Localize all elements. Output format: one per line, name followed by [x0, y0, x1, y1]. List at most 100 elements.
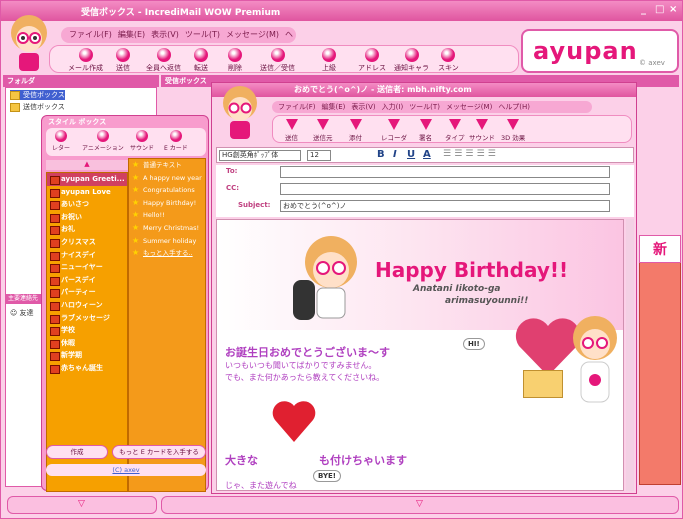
signature-button[interactable]: 署名	[419, 118, 432, 142]
copyright-link[interactable]: (C) axev	[46, 464, 206, 476]
send-receive-icon	[270, 48, 285, 62]
tab-sound[interactable]: サウンド	[130, 130, 154, 152]
address-book-icon	[365, 48, 379, 62]
list-item[interactable]: 学校	[47, 324, 127, 337]
list-item[interactable]: 新学期	[47, 349, 127, 362]
ecard-icon	[169, 130, 182, 142]
folder-icon	[10, 102, 20, 112]
message-window: おめでとう(^o^)ノ - 送信者: mbh.nifty.com ファイル(F)…	[211, 82, 637, 494]
list-item[interactable]: 普通テキスト	[129, 159, 205, 172]
list-item[interactable]: あいさつ	[47, 198, 127, 211]
send-receive-button[interactable]: 送信／受信	[260, 48, 295, 73]
list-item[interactable]: お礼	[47, 223, 127, 236]
maximize-button[interactable]: □	[655, 4, 664, 15]
scroll-up-icon[interactable]: ▲	[46, 160, 128, 170]
list-item[interactable]: ayupan Love	[47, 186, 127, 199]
list-item[interactable]: Hello!!	[129, 209, 205, 222]
list-item[interactable]: ニューイヤー	[47, 261, 127, 274]
get-ecard-button[interactable]: もっと E カードを入手する	[112, 445, 206, 459]
sub-text-1: Anatani Iikoto-ga	[413, 284, 501, 294]
menu-file[interactable]: ファイル(F)	[69, 30, 112, 39]
list-item[interactable]: 休暇	[47, 337, 127, 350]
notify-character-icon	[404, 48, 419, 62]
style-box-footer: 作成 もっと E カードを入手する	[46, 445, 206, 459]
folder-expand-bar[interactable]: ▽	[7, 496, 157, 514]
body-line-2: でも、また何かあったら教えてくださいね。	[225, 373, 385, 382]
folder-outbox[interactable]: 送信ボックス	[10, 102, 65, 112]
notify-character-button[interactable]: 通知キャラ	[394, 48, 429, 73]
menu-tools[interactable]: ツール(T)	[409, 103, 440, 111]
italic-button[interactable]: I	[393, 149, 397, 160]
list-item[interactable]: バースデイ	[47, 274, 127, 287]
to-label: To:	[226, 167, 238, 175]
contact-item[interactable]: ☺ 友達	[10, 308, 34, 318]
get-more-link[interactable]: もっと入手する..	[129, 247, 205, 260]
menu-edit[interactable]: 編集(E)	[322, 103, 346, 111]
list-item[interactable]: 赤ちゃん誕生	[47, 362, 127, 375]
list-item[interactable]: Happy Birthday!	[129, 197, 205, 210]
tab-letter[interactable]: レター	[52, 130, 70, 152]
to-input[interactable]	[280, 166, 610, 178]
cc-label: CC:	[226, 184, 240, 192]
message-body[interactable]: Happy Birthday!! Anatani Iikoto-ga arima…	[216, 219, 624, 491]
list-item[interactable]: クリスマス	[47, 236, 127, 249]
skin-button[interactable]: スキン	[438, 48, 459, 73]
menu-tools[interactable]: ツール(T)	[185, 30, 220, 39]
message-expand-bar[interactable]: ▽	[161, 496, 679, 514]
menu-edit[interactable]: 編集(E)	[118, 30, 145, 39]
style-box-tabs: レター アニメーション サウンド E カード	[46, 128, 206, 156]
menu-view[interactable]: 表示(V)	[351, 103, 375, 111]
attach-button[interactable]: 添付	[349, 118, 362, 142]
font-select[interactable]: HG創英角ﾎﾟｯﾌﾟ体	[219, 150, 301, 161]
close-button[interactable]: ×	[669, 4, 677, 15]
create-button[interactable]: 作成	[46, 445, 108, 459]
list-item[interactable]: ラブメッセージ	[47, 312, 127, 325]
sound-button[interactable]: サウンド	[469, 118, 495, 142]
reply-all-button[interactable]: 全員へ返信	[146, 48, 181, 73]
delete-button[interactable]: 削除	[228, 48, 242, 73]
list-item[interactable]: A happy new year	[129, 172, 205, 185]
list-item[interactable]: ayupan Greeti...	[47, 173, 127, 186]
recorder-button[interactable]: レコーダ	[381, 118, 407, 142]
delete-icon	[228, 48, 242, 62]
chevron-down-icon: ▽	[78, 499, 85, 509]
compose-button[interactable]: メール作成	[68, 48, 103, 73]
menu-view[interactable]: 表示(V)	[151, 30, 179, 39]
3d-effect-button[interactable]: 3D 効果	[501, 118, 525, 142]
bold-button[interactable]: B	[377, 149, 385, 160]
list-item[interactable]: パーティー	[47, 286, 127, 299]
ayupan-character-icon	[216, 81, 264, 141]
list-item[interactable]: ハロウィーン	[47, 299, 127, 312]
send-button[interactable]: 送信	[116, 48, 130, 73]
font-color-button[interactable]: A	[423, 149, 431, 160]
menu-message[interactable]: メッセージ(M)	[226, 30, 279, 39]
list-format-icon[interactable]: ☰ ☰ ☰ ☰ ☰	[443, 149, 496, 159]
tab-animation[interactable]: アニメーション	[82, 130, 124, 152]
type-button[interactable]: タイプ	[445, 118, 465, 142]
type-icon	[448, 119, 461, 130]
menu-file[interactable]: ファイル(F)	[278, 103, 316, 111]
menu-help[interactable]: ヘルプ(H)	[498, 103, 530, 111]
category-list: ayupan Greeti... ayupan Love あいさつ お祝い お礼…	[46, 172, 128, 492]
advanced-button[interactable]: 上級	[322, 48, 336, 73]
menu-message[interactable]: メッセージ(M)	[446, 103, 492, 111]
list-item[interactable]: Merry Christmas!	[129, 222, 205, 235]
list-item[interactable]: お祝い	[47, 211, 127, 224]
menu-insert[interactable]: 入力(I)	[382, 103, 404, 111]
list-item[interactable]: Summer holiday	[129, 235, 205, 248]
send-button[interactable]: 送信	[285, 118, 298, 142]
envelope-icon	[523, 370, 563, 398]
minimize-button[interactable]: _	[641, 4, 646, 15]
subject-input[interactable]: おめでとう(^o^)ノ	[280, 200, 610, 212]
list-item[interactable]: Congratulations	[129, 184, 205, 197]
list-item[interactable]: ナイスデイ	[47, 249, 127, 262]
underline-button[interactable]: U	[407, 149, 415, 160]
message-scrollbar[interactable]	[626, 219, 634, 491]
cc-input[interactable]	[280, 183, 610, 195]
address-button[interactable]: アドレス	[358, 48, 386, 73]
tab-ecard[interactable]: E カード	[164, 130, 188, 152]
folder-inbox[interactable]: 受信ボックス	[10, 90, 65, 100]
forward-button[interactable]: 転送	[194, 48, 208, 73]
sender-button[interactable]: 送信元	[313, 118, 333, 142]
size-select[interactable]: 12	[307, 150, 331, 161]
